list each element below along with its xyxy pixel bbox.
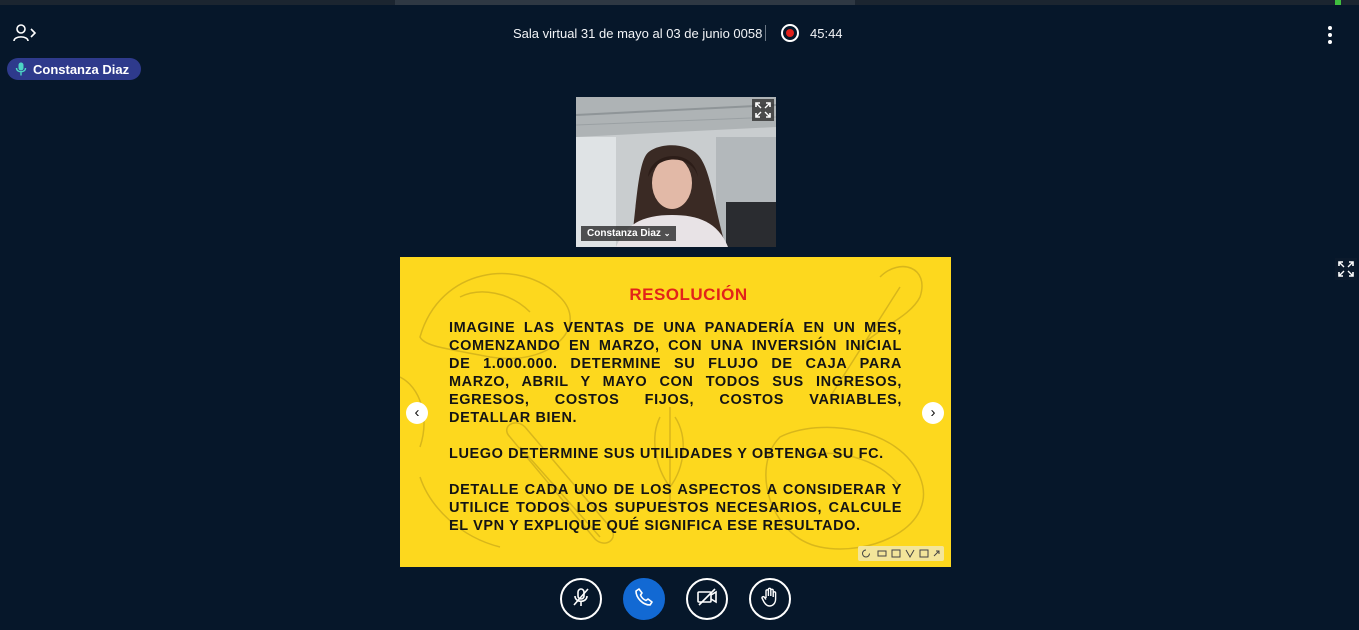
- slide-toolbar[interactable]: [858, 546, 944, 561]
- raise-hand-icon: [759, 586, 781, 613]
- raise-hand-button[interactable]: [749, 578, 791, 620]
- webcam-feed: [576, 97, 776, 247]
- presentation-fullscreen-icon[interactable]: [1335, 258, 1357, 280]
- mute-microphone-button[interactable]: [560, 578, 602, 620]
- expand-icon: [933, 550, 940, 557]
- camera-off-icon: [696, 586, 718, 613]
- talker-name: Constanza Diaz: [33, 61, 130, 77]
- slide-body: IMAGINE LAS VENTAS DE UNA PANADERÍA EN U…: [449, 319, 902, 553]
- annotation-icon: [891, 549, 901, 558]
- microphone-icon: [15, 62, 27, 76]
- recording-time: 45:44: [810, 26, 843, 41]
- slide-paragraph-1: IMAGINE LAS VENTAS DE UNA PANADERÍA EN U…: [449, 320, 902, 426]
- webcam-fullscreen-icon[interactable]: [752, 99, 774, 121]
- top-strip: [0, 0, 1359, 5]
- leave-audio-button[interactable]: [623, 578, 665, 620]
- fit-icon: [919, 549, 929, 558]
- header-divider: [765, 25, 766, 41]
- meeting-title: Sala virtual 31 de mayo al 03 de junio 0…: [513, 26, 763, 41]
- chevron-down-icon: ⌄: [663, 229, 671, 238]
- options-menu-icon[interactable]: [1320, 24, 1340, 46]
- recording-button[interactable]: [781, 24, 799, 42]
- slide-paragraph-2: LUEGO DETERMINE SUS UTILIDADES Y OBTENGA…: [449, 446, 884, 462]
- share-webcam-button[interactable]: [686, 578, 728, 620]
- webcam-user-name[interactable]: Constanza Diaz ⌄: [581, 226, 677, 241]
- action-bar: [0, 578, 1359, 622]
- tools-icon: [905, 549, 915, 559]
- webcam-user-label: Constanza Diaz: [587, 228, 661, 239]
- undo-icon: [862, 549, 870, 558]
- presentation-slide: RESOLUCIÓN IMAGINE LAS VENTAS DE UNA PAN…: [400, 257, 951, 567]
- slide-title: RESOLUCIÓN: [629, 285, 748, 304]
- next-slide-button[interactable]: ›: [922, 402, 944, 424]
- talking-indicator[interactable]: Constanza Diaz: [7, 58, 142, 80]
- slide-paragraph-3: DETALLE CADA UNO DE LOS ASPECTOS A CONSI…: [449, 482, 902, 534]
- webcam-tile[interactable]: Constanza Diaz ⌄: [576, 97, 776, 247]
- pages-icon: [877, 550, 887, 557]
- mic-muted-icon: [570, 586, 592, 613]
- previous-slide-button[interactable]: ‹: [406, 402, 428, 424]
- record-dot-icon: [786, 29, 794, 37]
- phone-icon: [633, 586, 655, 613]
- users-list-toggle-icon[interactable]: [12, 22, 40, 44]
